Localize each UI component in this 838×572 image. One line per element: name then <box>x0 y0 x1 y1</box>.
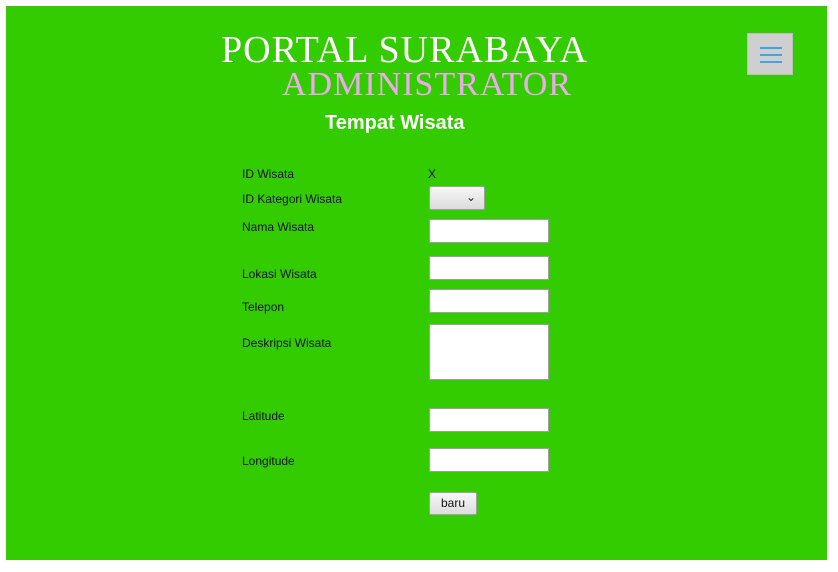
longitude-label: Longitude <box>242 454 295 468</box>
site-subtitle: ADMINISTRATOR <box>282 66 573 103</box>
menu-button[interactable] <box>747 33 793 75</box>
id-wisata-label: ID Wisata <box>242 167 295 181</box>
baru-button[interactable]: baru <box>429 492 477 515</box>
telepon-input[interactable] <box>429 289 549 313</box>
id-kategori-select[interactable]: ⌄ <box>429 186 485 210</box>
lokasi-wisata-label: Lokasi Wisata <box>242 267 317 281</box>
id-kategori-label: ID Kategori Wisata <box>242 192 343 206</box>
longitude-input[interactable] <box>429 448 549 472</box>
lokasi-wisata-input[interactable] <box>429 256 549 280</box>
latitude-label: Latitude <box>242 409 285 423</box>
page-title: Tempat Wisata <box>325 112 465 134</box>
deskripsi-wisata-label: Deskripsi Wisata <box>242 336 332 350</box>
chevron-down-icon: ⌄ <box>465 190 476 204</box>
nama-wisata-label: Nama Wisata <box>242 220 315 234</box>
telepon-label: Telepon <box>242 300 285 314</box>
latitude-input[interactable] <box>429 408 549 432</box>
deskripsi-wisata-textarea[interactable] <box>429 324 549 380</box>
id-wisata-value: X <box>428 167 437 181</box>
nama-wisata-input[interactable] <box>429 219 549 243</box>
